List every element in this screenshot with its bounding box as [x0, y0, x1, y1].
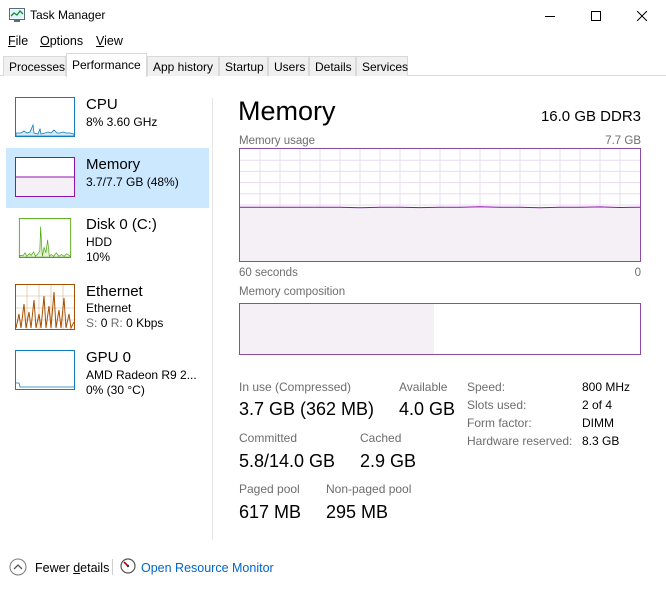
speed-value: 800 MHz — [582, 380, 631, 394]
committed-label: Committed — [239, 431, 298, 445]
task-manager-icon — [9, 8, 25, 22]
fewer-details-icon[interactable] — [9, 558, 27, 576]
fewer-details-text-pre: Fewer — [35, 561, 74, 575]
close-icon — [637, 10, 647, 21]
composition-standby[interactable] — [434, 304, 582, 354]
sidebar-item-sub2: 0% (30 °C) — [86, 383, 145, 397]
sidebar-item-title: Disk 0 (C:) — [86, 216, 157, 233]
speed-label: Speed: — [467, 380, 506, 394]
tab-performance[interactable]: Performance — [66, 53, 147, 77]
memory-usage-graph — [239, 148, 641, 262]
send-label: S: — [86, 316, 98, 330]
sidebar-item-sub: 8% 3.60 GHz — [86, 115, 158, 129]
menu-bar: File Options View — [0, 31, 666, 51]
menu-view-mnemonic: V — [96, 34, 105, 48]
hardware-reserved-label: Hardware reserved: — [467, 434, 573, 448]
menu-file[interactable]: File — [8, 34, 28, 48]
receive-label: R: — [110, 316, 123, 330]
menu-options-rest: ptions — [49, 34, 84, 48]
memory-usage-plot — [240, 149, 640, 261]
available-value: 4.0 GB — [399, 399, 456, 419]
sidebar-item-sub2: 10% — [86, 250, 111, 264]
sidebar-item-title: GPU 0 — [86, 349, 132, 366]
sidebar-divider — [212, 98, 213, 540]
sidebar-item-title: CPU — [86, 96, 118, 113]
sidebar-item-title: Memory — [86, 156, 141, 173]
committed-value: 5.8/14.0 GB — [239, 451, 336, 471]
sidebar-item-gpu[interactable]: GPU 0 AMD Radeon R9 2... 0% (30 °C) — [6, 346, 209, 406]
resource-monitor-icon[interactable] — [120, 558, 136, 574]
page-title: Memory — [238, 96, 336, 126]
time-axis-right: 0 — [634, 267, 641, 279]
in-use-value: 3.7 GB (362 MB) — [239, 399, 375, 419]
form-factor-label: Form factor: — [467, 416, 532, 430]
memory-composition-bar — [239, 303, 641, 355]
composition-free[interactable] — [582, 304, 640, 354]
sidebar-item-disk[interactable]: Disk 0 (C:) HDD 10% — [6, 212, 209, 272]
sidebar-item-sub: Ethernet — [86, 301, 132, 315]
send-value: 0 — [100, 316, 108, 330]
composition-in-use[interactable] — [240, 304, 432, 354]
footer: Fewer details Open Resource Monitor — [0, 553, 666, 583]
menu-file-mnemonic: F — [8, 34, 16, 48]
memory-sparkline — [15, 157, 75, 197]
sidebar-item-sub: 3.7/7.7 GB (48%) — [86, 175, 179, 189]
slots-used-label: Slots used: — [467, 398, 527, 412]
tab-details[interactable]: Details — [309, 56, 356, 76]
form-factor-value: DIMM — [582, 416, 614, 430]
paged-pool-value: 617 MB — [239, 502, 302, 522]
in-use-label: In use (Compressed) — [239, 380, 352, 394]
disk-sparkline — [18, 218, 72, 258]
sidebar-item-ethernet[interactable]: Ethernet Ethernet S: 0 R: 0 Kbps — [6, 280, 209, 340]
tab-startup[interactable]: Startup — [219, 56, 268, 76]
tab-services[interactable]: Services — [356, 56, 408, 76]
available-label: Available — [399, 380, 448, 394]
cpu-sparkline — [15, 97, 75, 137]
tab-users[interactable]: Users — [268, 56, 309, 76]
hardware-reserved-value: 8.3 GB — [582, 434, 620, 448]
tab-processes[interactable]: Processes — [3, 56, 66, 76]
sidebar-item-sub: AMD Radeon R9 2... — [86, 368, 197, 382]
minimize-icon — [545, 15, 555, 17]
ethernet-throughput: S: 0 R: 0 Kbps — [86, 316, 163, 330]
open-resource-monitor-link[interactable]: Open Resource Monitor — [141, 561, 274, 575]
minimize-button[interactable] — [527, 0, 573, 31]
tab-app-history[interactable]: App history — [147, 56, 219, 76]
cached-value: 2.9 GB — [360, 451, 417, 471]
sidebar-item-cpu[interactable]: CPU 8% 3.60 GHz — [6, 93, 209, 153]
menu-options-mnemonic: O — [40, 34, 50, 48]
sidebar-item-sub: HDD — [86, 235, 112, 249]
memory-usage-max: 7.7 GB — [605, 135, 641, 147]
memory-usage-label: Memory usage — [239, 135, 316, 147]
paged-pool-label: Paged pool — [239, 482, 300, 496]
gpu-sparkline — [15, 350, 75, 390]
close-button[interactable] — [619, 0, 665, 31]
maximize-button[interactable] — [573, 0, 619, 31]
footer-divider — [112, 559, 113, 575]
maximize-icon — [591, 10, 601, 21]
memory-composition-label: Memory composition — [239, 286, 346, 298]
fewer-details-link[interactable]: Fewer details — [35, 561, 109, 575]
slots-used-value: 2 of 4 — [582, 398, 613, 412]
receive-value: 0 Kbps — [126, 316, 164, 330]
ethernet-sparkline — [15, 284, 75, 330]
time-axis-left: 60 seconds — [239, 267, 298, 279]
sidebar-item-memory[interactable]: Memory 3.7/7.7 GB (48%) — [6, 148, 209, 208]
sidebar-item-title: Ethernet — [86, 283, 143, 300]
title-bar[interactable]: Task Manager — [0, 0, 666, 31]
non-paged-pool-label: Non-paged pool — [326, 482, 412, 496]
menu-file-rest: ile — [15, 34, 29, 48]
fewer-details-text-post: etails — [80, 561, 110, 575]
non-paged-pool-value: 295 MB — [326, 502, 389, 522]
menu-options[interactable]: Options — [40, 34, 83, 48]
memory-spec: 16.0 GB DDR3 — [540, 108, 641, 125]
window-title: Task Manager — [30, 8, 106, 22]
cached-label: Cached — [360, 431, 402, 445]
menu-view-rest: iew — [104, 34, 123, 48]
menu-view[interactable]: View — [96, 34, 123, 48]
